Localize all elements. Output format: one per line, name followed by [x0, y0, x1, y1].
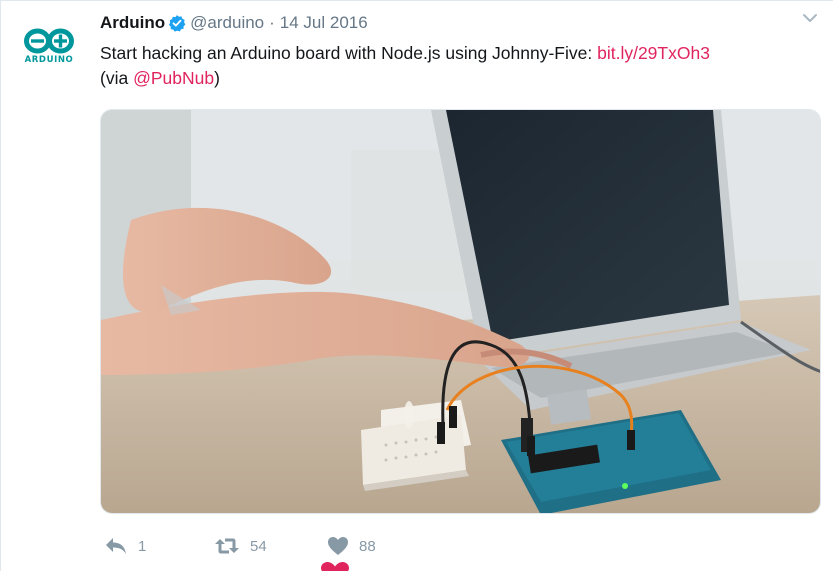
tweet-date[interactable]: 14 Jul 2016 [280, 13, 368, 33]
header-separator: · [269, 13, 275, 32]
arduino-logo-icon [24, 28, 74, 54]
tweet-text-line: Start hacking an Arduino board with Node… [100, 43, 598, 63]
reply-count: 1 [138, 537, 147, 555]
retweet-button[interactable]: 54 [214, 536, 327, 556]
mention-pubnub[interactable]: @PubNub [133, 68, 214, 88]
chevron-down-icon[interactable] [801, 11, 819, 25]
verified-badge-icon [169, 15, 186, 32]
retweet-count: 54 [250, 537, 267, 555]
tweet-via-close: ) [214, 68, 220, 88]
next-tweet-heart-icon [317, 561, 353, 571]
retweet-icon [215, 538, 239, 554]
tweet-text: Start hacking an Arduino board with Node… [100, 41, 815, 91]
heart-icon [328, 537, 348, 555]
tweet-header: Arduino @arduino · 14 Jul 2016 [100, 11, 368, 35]
reply-icon [106, 538, 126, 554]
tweet-card: ARDUINO Arduino @arduino · 14 Jul 2016 S… [0, 0, 833, 571]
like-button[interactable]: 88 [327, 536, 417, 556]
author-handle[interactable]: @arduino [190, 13, 264, 33]
avatar-label: ARDUINO [24, 55, 74, 65]
author-name[interactable]: Arduino [100, 13, 165, 33]
tweet-media-photo[interactable] [100, 109, 821, 514]
photo-hands-laptop-arduino [101, 110, 820, 513]
tweet-via-open: (via [100, 68, 134, 88]
tweet-actions: 1 54 88 [104, 534, 417, 558]
reply-button[interactable]: 1 [104, 536, 214, 556]
like-count: 88 [359, 537, 376, 555]
tweet-link[interactable]: bit.ly/29TxOh3 [597, 43, 710, 63]
avatar[interactable]: ARDUINO [20, 23, 78, 73]
